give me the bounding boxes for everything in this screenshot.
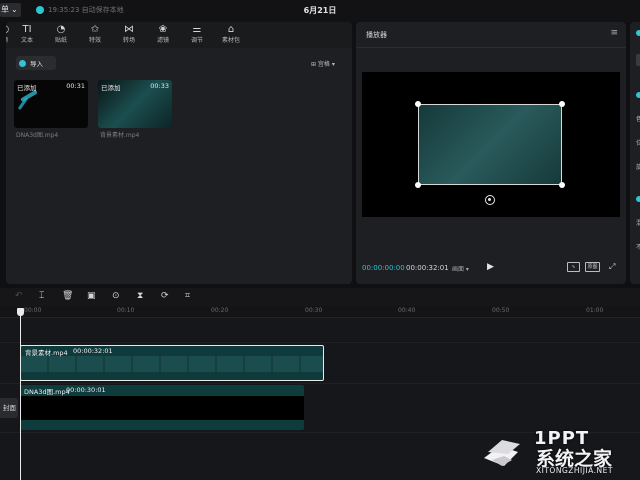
tool-label: 滤镜 (156, 37, 169, 44)
ruler-tick: 00:20 (211, 307, 229, 314)
track-separator (0, 383, 640, 384)
resize-handle-top-left[interactable] (415, 101, 421, 107)
media-duration: 00:33 (150, 82, 169, 90)
media-duration: 00:31 (66, 82, 85, 90)
clip-duration: 00:00:32:01 (73, 347, 113, 355)
property-label: 不 (636, 244, 640, 251)
rotate-icon[interactable]: ⟳ (161, 291, 169, 301)
media-toolbar: ◴ 频 TI 文本 ◔ 贴纸 ✩ 特效 ⋈ 转场 ❀ 滤镜 ⚌ 调节 ⌂ 素材包 (6, 22, 352, 48)
ruler-tick: 00:30 (305, 307, 323, 314)
media-panel: ◴ 频 TI 文本 ◔ 贴纸 ✩ 特效 ⋈ 转场 ❀ 滤镜 ⚌ 调节 ⌂ 素材包 (6, 22, 352, 284)
clip-duration: 00:00:30:01 (66, 386, 106, 394)
tool-filter[interactable]: ❀ 滤镜 (146, 22, 180, 48)
tool-adjust[interactable]: ⚌ 调节 (180, 22, 214, 48)
media-thumbnail-background[interactable]: 已添加 00:33 (98, 80, 172, 128)
tool-label: 转场 (122, 37, 135, 44)
waveform-icon[interactable]: ∿ (567, 262, 580, 272)
aspect-ratio-dropdown[interactable]: 画面 ▾ (452, 264, 469, 273)
filter-icon: ❀ (158, 24, 168, 35)
freeze-icon[interactable]: ▣ (87, 291, 96, 301)
cover-button[interactable]: 封面 (0, 398, 18, 418)
transition-icon: ⋈ (124, 24, 134, 35)
clip-footer (20, 420, 304, 430)
material-pack-icon: ⌂ (227, 24, 235, 35)
tool-sticker[interactable]: ◔ 贴纸 (44, 22, 78, 48)
timeline-clip-dna[interactable]: DNA3d图.mp4 00:00:30:01 (20, 385, 304, 430)
property-label: 位 (636, 140, 640, 147)
player-panel: 播放器 ≡ 00:00:00:00 00:00:32:01 画面 ▾ ▶ ∿ 原… (356, 22, 626, 284)
import-icon (19, 59, 26, 67)
clip-name: DNA3d图.mp4 (24, 388, 70, 396)
play-icon[interactable]: ▶ (487, 262, 494, 272)
clip-name: 背景素材.mp4 (25, 349, 68, 357)
property-label: 色 (636, 116, 640, 123)
effects-icon: ✩ (90, 24, 100, 35)
view-mode-dropdown[interactable]: ⊞ 宫格 ▾ (311, 59, 335, 68)
media-filename: DNA3d图.mp4 (16, 132, 59, 139)
menu-icon[interactable]: ≡ (610, 28, 618, 38)
split-icon[interactable]: ⌶ (39, 291, 44, 301)
tool-text[interactable]: TI 文本 (10, 22, 44, 48)
ruler-tick: 00:50 (492, 307, 510, 314)
tool-material-pack[interactable]: ⌂ 素材包 (214, 22, 248, 48)
ruler-tick: 00:10 (117, 307, 135, 314)
tool-effects[interactable]: ✩ 特效 (78, 22, 112, 48)
timeline-toolbar (0, 288, 640, 306)
adjust-icon: ⚌ (192, 24, 202, 35)
mirror-icon[interactable]: ⧗ (137, 291, 143, 301)
ruler-tick: 01:00 (586, 307, 604, 314)
resize-handle-bottom-left[interactable] (415, 182, 421, 188)
media-thumbnail-dna[interactable]: 已添加 00:31 (14, 80, 88, 128)
timeline-clip-background[interactable]: 背景素材.mp4 00:00:32:01 (20, 345, 324, 381)
tool-label: 贴纸 (54, 37, 67, 44)
ruler-tick: 00:00 (24, 307, 42, 314)
current-timecode: 00:00:00:00 (362, 264, 405, 272)
divider (356, 47, 626, 48)
top-bar: 单 ⌄ 19:35:23 自动保存本地 6月21日 (0, 0, 640, 22)
sticker-icon: ◔ (56, 24, 66, 35)
tool-transition[interactable]: ⋈ 转场 (112, 22, 146, 48)
video-frame[interactable] (418, 104, 562, 185)
fullscreen-icon[interactable]: ⤢ (609, 262, 615, 272)
resize-handle-bottom-right[interactable] (559, 182, 565, 188)
property-field[interactable] (636, 54, 640, 66)
undo-icon[interactable]: ↶ (15, 291, 23, 301)
added-badge: 已添加 (17, 84, 37, 92)
properties-panel: 色 位 旋 混 不 (630, 22, 640, 284)
property-label: 旋 (636, 164, 640, 171)
text-icon: TI (22, 24, 32, 35)
tool-label: 调节 (190, 37, 203, 44)
player-title: 播放器 (366, 31, 387, 39)
watermark-logo-icon (484, 440, 520, 466)
resize-handle-top-right[interactable] (559, 101, 565, 107)
media-filename: 背景素材.mp4 (100, 132, 140, 139)
clip-filmstrip (21, 356, 323, 372)
reverse-icon[interactable]: ⊙ (112, 291, 120, 301)
crop-icon[interactable]: ⌗ (185, 291, 190, 301)
total-timecode: 00:00:32:01 (406, 264, 449, 272)
watermark-title: 系统之家 (536, 448, 613, 470)
ruler-tick: 00:40 (398, 307, 416, 314)
tool-label: 素材包 (221, 37, 240, 44)
original-button[interactable]: 原图 (585, 262, 600, 272)
toggle-icon[interactable] (636, 92, 640, 98)
playhead[interactable] (20, 312, 21, 480)
tool-label: 文本 (20, 37, 33, 44)
import-label: 导入 (30, 60, 43, 68)
delete-icon[interactable]: 🗑 (62, 291, 73, 301)
tool-label: 特效 (88, 37, 101, 44)
project-title[interactable]: 6月21日 (0, 5, 640, 16)
tool-label: 频 (6, 36, 8, 45)
added-badge: 已添加 (101, 84, 121, 92)
property-label: 混 (636, 220, 640, 227)
toggle-icon[interactable] (636, 30, 640, 36)
media-icon: ◴ (6, 24, 9, 36)
toggle-icon[interactable] (636, 196, 640, 202)
preview-viewport[interactable] (362, 72, 620, 217)
dna-graphic (17, 96, 29, 111)
playhead-handle[interactable] (17, 308, 24, 316)
track-separator (0, 342, 640, 343)
rotate-handle-icon[interactable] (485, 195, 495, 205)
import-button[interactable]: 导入 (16, 56, 56, 70)
